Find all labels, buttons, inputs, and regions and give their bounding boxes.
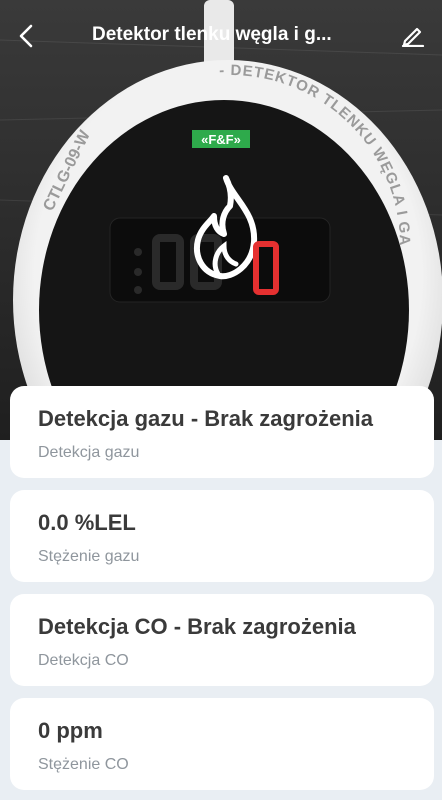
co-concentration-value: 0 ppm (38, 718, 103, 743)
gas-concentration-card[interactable]: 0.0 %LEL Stężenie gazu (10, 490, 434, 582)
chevron-left-icon (19, 24, 33, 48)
gas-detection-value: Detekcja gazu - Brak zagrożenia (38, 406, 374, 431)
co-concentration-label: Stężenie CO (38, 756, 129, 773)
gas-concentration-label: Stężenie gazu (38, 548, 140, 565)
co-display-digit (246, 238, 286, 298)
co-concentration-card[interactable]: 0 ppm Stężenie CO (10, 698, 434, 790)
edit-button[interactable] (398, 20, 428, 50)
brand-logo: «F&F» (201, 132, 241, 147)
status-card-list: Detekcja gazu - Brak zagrożenia Detekcja… (10, 386, 434, 800)
co-detection-value: Detekcja CO - Brak zagrożenia (38, 614, 356, 639)
page-title: Detektor tlenku węgla i g... (92, 24, 332, 45)
pencil-icon (401, 27, 425, 47)
top-app-bar: Detektor tlenku węgla i g... (0, 0, 442, 72)
gas-detection-label: Detekcja gazu (38, 444, 140, 461)
co-detection-card[interactable]: Detekcja CO - Brak zagrożenia Detekcja C… (10, 594, 434, 686)
gas-concentration-value: 0.0 %LEL (38, 510, 136, 535)
co-detection-label: Detekcja CO (38, 652, 129, 669)
back-button[interactable] (12, 18, 40, 54)
device-photo: «F&F» - DETEKTOR TLENKU WĘGLA I GAZU CTL… (0, 0, 442, 440)
gas-detection-card[interactable]: Detekcja gazu - Brak zagrożenia Detekcja… (10, 386, 434, 478)
